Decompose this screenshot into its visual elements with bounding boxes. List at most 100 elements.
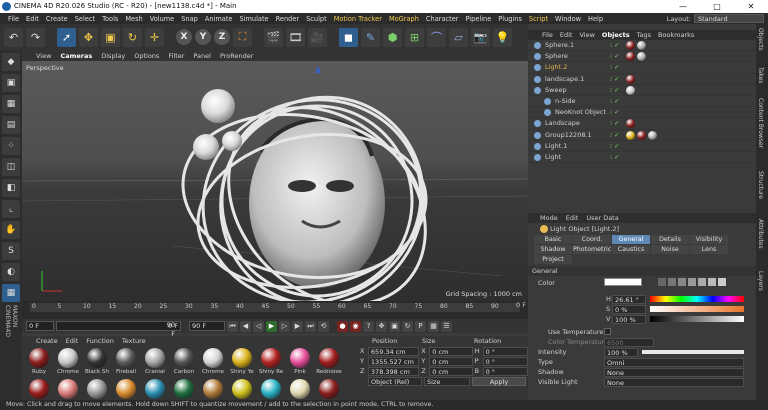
object-row[interactable]: Sphere.1 ⁝ ✓	[528, 40, 756, 52]
object-visibility-flags[interactable]: ⁝ ✓	[610, 119, 620, 127]
object-menu-edit[interactable]: Edit	[560, 31, 573, 39]
color-temperature-field[interactable]: 6500	[604, 338, 654, 347]
object-row[interactable]: Light.2 ⁝ ✓	[528, 62, 756, 74]
material-swatch[interactable]: Black Sh	[84, 348, 110, 375]
side-tab-content-browser[interactable]: Content Browser	[757, 98, 764, 148]
menu-motion-tracker[interactable]: Motion Tracker	[334, 15, 382, 23]
attribute-tab-general[interactable]: General	[612, 235, 650, 244]
material-swatch[interactable]: Rednoise	[316, 348, 342, 375]
perspective-viewport[interactable]: Perspective Grid Spacing: 1000 cm	[22, 61, 528, 301]
attribute-tab-caustics[interactable]: Caustics	[612, 245, 650, 254]
coordinate-mode-dropdown[interactable]: Object (Rel)	[368, 376, 422, 386]
x-axis-lock[interactable]: X	[176, 29, 192, 45]
attribute-tab-details[interactable]: Details	[651, 235, 689, 244]
material-swatch[interactable]	[26, 379, 52, 399]
material-menu-create[interactable]: Create	[36, 337, 58, 345]
menu-create[interactable]: Create	[46, 15, 68, 23]
side-tab-structure[interactable]: Structure	[757, 171, 764, 199]
menu-edit[interactable]: Edit	[26, 15, 39, 23]
object-visibility-flags[interactable]: ⁝ ✓	[610, 75, 620, 83]
object-visibility-flags[interactable]: ⁝ ✓	[610, 108, 620, 116]
recent-tools-icon[interactable]: ✛	[145, 27, 164, 47]
make-editable-icon[interactable]: ◆	[2, 53, 20, 71]
attribute-menu-edit[interactable]: Edit	[566, 214, 579, 222]
object-visibility-flags[interactable]: ⁝ ✓	[610, 131, 620, 139]
material-swatch[interactable]	[200, 379, 226, 399]
snap-icon[interactable]: S	[2, 242, 20, 260]
object-row[interactable]: Sphere ⁝ ✓	[528, 51, 756, 63]
live-selection-icon[interactable]: ➚	[57, 27, 76, 47]
attribute-tab-visibility[interactable]: Visibility	[690, 235, 728, 244]
pla-key-icon[interactable]: ▦	[428, 320, 439, 332]
material-tag-icon[interactable]	[626, 119, 635, 129]
redo-icon[interactable]: ↷	[26, 27, 45, 47]
light-object-icon[interactable]: 💡	[493, 27, 512, 47]
goto-start-icon[interactable]: ⏮	[227, 320, 238, 332]
material-swatch[interactable]: Fireball	[113, 348, 139, 375]
object-row[interactable]: Landscape ⁝ ✓	[528, 118, 756, 130]
object-visibility-flags[interactable]: ⁝ ✓	[610, 142, 620, 150]
array-generator-icon[interactable]: ⊞	[405, 27, 424, 47]
render-settings-icon[interactable]: 🎥	[308, 27, 327, 47]
maximize-button[interactable]: □	[700, 0, 734, 13]
attribute-menu-mode[interactable]: Mode	[540, 214, 558, 222]
shadow-dropdown[interactable]: None	[604, 368, 744, 377]
menu-sculpt[interactable]: Sculpt	[306, 15, 327, 23]
param-key-icon[interactable]: P	[415, 320, 426, 332]
timeline-ruler[interactable]: 0 5 10 15 20 25 30 35 40 45 50 55 60 65 70 75 80 85 90 0 F	[22, 301, 528, 319]
attribute-tab-basic[interactable]: Basic	[534, 235, 572, 244]
workplane-icon[interactable]: ▦	[2, 284, 20, 302]
tweak-mode-icon[interactable]: ✋	[2, 221, 20, 239]
object-visibility-flags[interactable]: ⁝ ✓	[610, 153, 620, 161]
material-swatch[interactable]: Shiny Re	[258, 348, 284, 375]
object-row[interactable]: Light ⁝ ✓	[528, 152, 756, 164]
viewport-menu-view[interactable]: View	[36, 52, 51, 60]
picker-icon[interactable]	[678, 278, 686, 286]
material-tag-icon[interactable]	[637, 52, 646, 62]
rotation-b-field[interactable]: 0 °	[482, 366, 528, 376]
viewport-menu-display[interactable]: Display	[101, 52, 125, 60]
color-swatch[interactable]	[604, 278, 642, 286]
object-menu-bookmarks[interactable]: Bookmarks	[658, 31, 694, 39]
texture-mode-icon[interactable]: ▦	[2, 95, 20, 113]
attribute-tab-noise[interactable]: Noise	[651, 245, 689, 254]
position-key-icon[interactable]: ✥	[376, 320, 387, 332]
minimize-button[interactable]: —	[666, 0, 700, 13]
undo-icon[interactable]: ↶	[4, 27, 23, 47]
material-tag-icon[interactable]	[637, 130, 646, 140]
use-temperature-checkbox[interactable]	[604, 328, 611, 335]
object-menu-tags[interactable]: Tags	[637, 31, 651, 39]
polygons-mode-icon[interactable]: ◧	[2, 179, 20, 197]
model-mode-icon[interactable]: ▣	[2, 74, 20, 92]
record-icon[interactable]: ●	[337, 320, 348, 332]
size-z-field[interactable]: 0 cm	[429, 366, 473, 376]
next-key-icon[interactable]: ▶	[292, 320, 303, 332]
workplane-mode-icon[interactable]: ▤	[2, 116, 20, 134]
loop-icon[interactable]: ⟲	[318, 320, 329, 332]
object-visibility-flags[interactable]: ⁝ ✓	[610, 97, 620, 105]
material-menu-edit[interactable]: Edit	[66, 337, 79, 345]
viewport-menu-cameras[interactable]: Cameras	[60, 52, 92, 60]
bend-deformer-icon[interactable]: ⌒	[427, 27, 446, 47]
menu-simulate[interactable]: Simulate	[239, 15, 268, 23]
menu-file[interactable]: File	[8, 15, 19, 23]
layout-dropdown[interactable]: Standard	[694, 14, 764, 23]
size-x-field[interactable]: 0 cm	[429, 346, 473, 356]
menu-help[interactable]: Help	[588, 15, 603, 23]
spectrum-icon[interactable]	[668, 278, 676, 286]
pen-spline-icon[interactable]: ✎	[361, 27, 380, 47]
kelvin-icon[interactable]	[708, 278, 716, 286]
viewport-menu-prorender[interactable]: ProRender	[220, 52, 253, 60]
object-row[interactable]: Group12208.1 ⁝ ✓	[528, 130, 756, 141]
viewport-menu-filter[interactable]: Filter	[168, 52, 184, 60]
menu-tools[interactable]: Tools	[102, 15, 118, 23]
object-name[interactable]: landscape.1	[545, 75, 584, 83]
object-name[interactable]: Light	[545, 153, 561, 161]
object-row[interactable]: NeoKnot Object ⁝ ✓	[528, 107, 756, 119]
material-tag-icon[interactable]	[648, 130, 657, 140]
material-menu-function[interactable]: Function	[86, 337, 114, 345]
material-swatch[interactable]	[171, 379, 197, 399]
material-swatch[interactable]	[142, 379, 168, 399]
position-x-field[interactable]: 659.34 cm	[367, 346, 420, 356]
move-tool-icon[interactable]: ✥	[79, 27, 98, 47]
